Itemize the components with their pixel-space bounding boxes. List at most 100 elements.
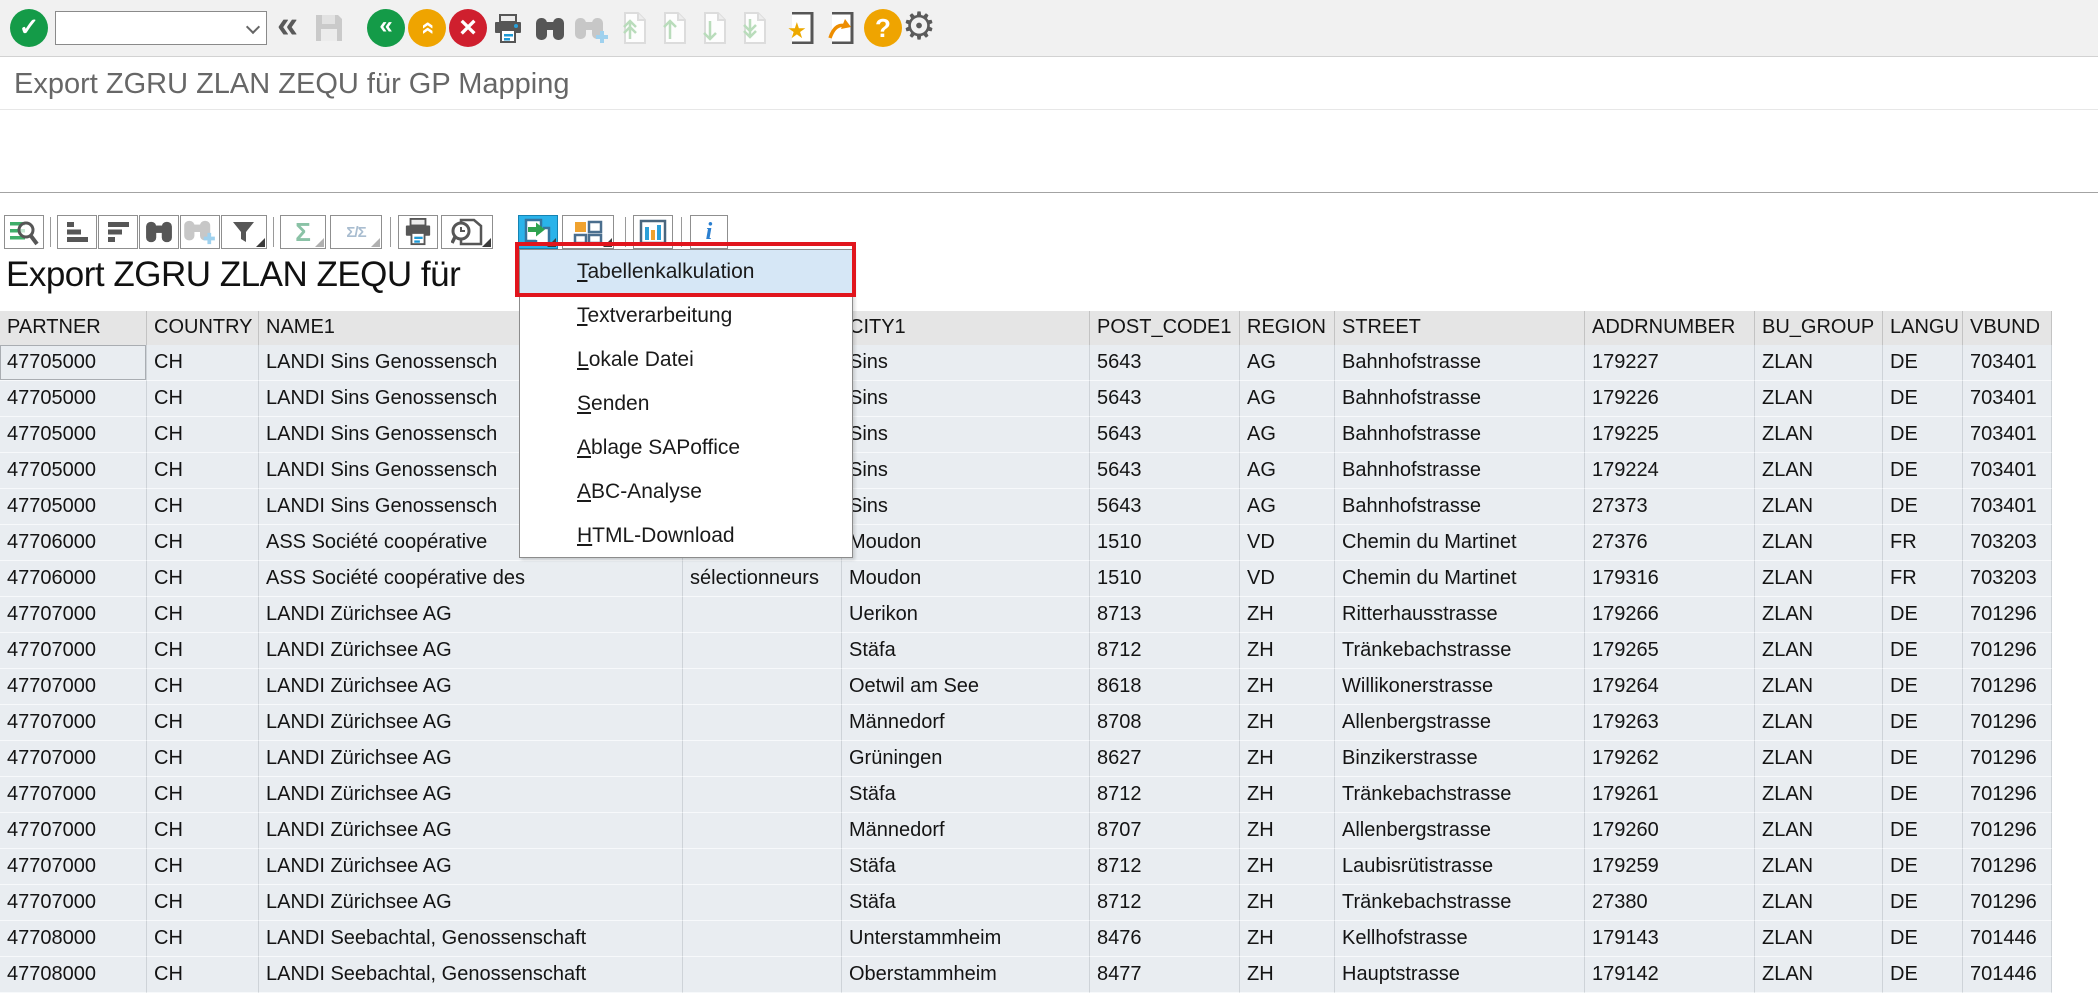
table-cell[interactable]: Unterstammheim <box>842 921 1090 957</box>
table-cell[interactable] <box>683 597 842 633</box>
table-cell[interactable]: DE <box>1883 777 1963 813</box>
table-cell[interactable]: LANDI Zürichsee AG <box>259 633 683 669</box>
table-cell[interactable]: 1510 <box>1090 561 1240 597</box>
table-cell[interactable]: Allenbergstrasse <box>1335 705 1585 741</box>
table-row[interactable]: 47707000CHLANDI Zürichsee AGOetwil am Se… <box>0 669 2052 705</box>
table-cell[interactable]: CH <box>147 885 259 921</box>
table-cell[interactable]: 8712 <box>1090 849 1240 885</box>
table-cell[interactable]: Sins <box>842 345 1090 381</box>
cancel-button[interactable]: × <box>449 9 487 47</box>
table-cell[interactable]: ZH <box>1240 813 1335 849</box>
table-cell[interactable]: FR <box>1883 525 1963 561</box>
sum-button[interactable]: Σ <box>280 215 326 249</box>
table-cell[interactable]: Moudon <box>842 561 1090 597</box>
table-cell[interactable] <box>683 777 842 813</box>
table-cell[interactable]: ZLAN <box>1755 417 1883 453</box>
table-row[interactable]: 47708000CHLANDI Seebachtal, Genossenscha… <box>0 957 2052 993</box>
command-input[interactable] <box>60 14 240 42</box>
table-cell[interactable]: CH <box>147 705 259 741</box>
table-cell[interactable]: 179265 <box>1585 633 1755 669</box>
new-window-button[interactable] <box>826 12 856 49</box>
table-cell[interactable] <box>683 957 842 993</box>
table-cell[interactable]: ZLAN <box>1755 777 1883 813</box>
table-cell[interactable]: 47705000 <box>0 453 147 489</box>
table-cell[interactable]: Kellhofstrasse <box>1335 921 1585 957</box>
exit-button[interactable]: « <box>408 9 446 47</box>
column-header-STREET[interactable]: STREET <box>1335 311 1585 345</box>
table-cell[interactable]: 47707000 <box>0 705 147 741</box>
menu-item-ablage-sapoffice[interactable]: Ablage SAPoffice <box>520 426 852 470</box>
table-cell[interactable]: Tränkebachstrasse <box>1335 885 1585 921</box>
table-cell[interactable]: ZLAN <box>1755 705 1883 741</box>
table-cell[interactable]: 27376 <box>1585 525 1755 561</box>
table-cell[interactable]: 8707 <box>1090 813 1240 849</box>
column-header-BU_GROUP[interactable]: BU_GROUP <box>1755 311 1883 345</box>
table-cell[interactable]: CH <box>147 633 259 669</box>
table-cell[interactable]: 47705000 <box>0 489 147 525</box>
table-cell[interactable]: 5643 <box>1090 489 1240 525</box>
table-row[interactable]: 47706000CHASS Société coopérative dessél… <box>0 561 2052 597</box>
table-cell[interactable]: 701446 <box>1963 921 2052 957</box>
table-cell[interactable]: 179225 <box>1585 417 1755 453</box>
table-cell[interactable]: AG <box>1240 417 1335 453</box>
table-cell[interactable]: ZLAN <box>1755 489 1883 525</box>
table-cell[interactable]: DE <box>1883 849 1963 885</box>
table-cell[interactable]: CH <box>147 597 259 633</box>
table-cell[interactable]: ZLAN <box>1755 885 1883 921</box>
table-cell[interactable]: DE <box>1883 885 1963 921</box>
menu-item-textverarbeitung[interactable]: Textverarbeitung <box>520 294 852 338</box>
table-cell[interactable]: DE <box>1883 669 1963 705</box>
table-cell[interactable]: Oetwil am See <box>842 669 1090 705</box>
table-cell[interactable]: 701296 <box>1963 849 2052 885</box>
table-cell[interactable]: 179259 <box>1585 849 1755 885</box>
table-cell[interactable]: 701296 <box>1963 597 2052 633</box>
alv-find-button[interactable] <box>139 215 179 249</box>
table-cell[interactable]: Moudon <box>842 525 1090 561</box>
table-cell[interactable]: Sins <box>842 453 1090 489</box>
table-cell[interactable]: ZLAN <box>1755 381 1883 417</box>
table-cell[interactable]: 179142 <box>1585 957 1755 993</box>
table-row[interactable]: 47707000CHLANDI Zürichsee AGGrüningen862… <box>0 741 2052 777</box>
table-cell[interactable] <box>683 849 842 885</box>
table-cell[interactable]: Ritterhausstrasse <box>1335 597 1585 633</box>
table-cell[interactable]: VD <box>1240 561 1335 597</box>
table-row[interactable]: 47705000CHLANDI Sins GenossenschSins5643… <box>0 417 2052 453</box>
table-cell[interactable]: 5643 <box>1090 417 1240 453</box>
table-cell[interactable]: ZLAN <box>1755 633 1883 669</box>
table-cell[interactable]: ZLAN <box>1755 849 1883 885</box>
table-cell[interactable]: ZH <box>1240 777 1335 813</box>
table-cell[interactable]: ZH <box>1240 741 1335 777</box>
table-cell[interactable]: LANDI Zürichsee AG <box>259 669 683 705</box>
table-cell[interactable]: 5643 <box>1090 345 1240 381</box>
table-row[interactable]: 47707000CHLANDI Zürichsee AGStäfa8712ZHT… <box>0 633 2052 669</box>
table-cell[interactable]: 8477 <box>1090 957 1240 993</box>
table-cell[interactable]: Bahnhofstrasse <box>1335 381 1585 417</box>
table-cell[interactable]: 179316 <box>1585 561 1755 597</box>
table-cell[interactable]: LANDI Zürichsee AG <box>259 777 683 813</box>
settings-button[interactable]: ⚙ <box>902 4 936 49</box>
table-cell[interactable]: Bahnhofstrasse <box>1335 417 1585 453</box>
table-cell[interactable]: 5643 <box>1090 453 1240 489</box>
table-cell[interactable]: 8476 <box>1090 921 1240 957</box>
table-cell[interactable]: 179143 <box>1585 921 1755 957</box>
table-cell[interactable]: Tränkebachstrasse <box>1335 633 1585 669</box>
column-header-ADDRNUMBER[interactable]: ADDRNUMBER <box>1585 311 1755 345</box>
table-cell[interactable]: 47707000 <box>0 597 147 633</box>
table-cell[interactable]: 47708000 <box>0 921 147 957</box>
table-cell[interactable]: Sins <box>842 381 1090 417</box>
table-cell[interactable]: LANDI Zürichsee AG <box>259 741 683 777</box>
table-cell[interactable]: ZH <box>1240 597 1335 633</box>
table-cell[interactable]: CH <box>147 813 259 849</box>
table-cell[interactable]: ZH <box>1240 885 1335 921</box>
table-cell[interactable]: 8708 <box>1090 705 1240 741</box>
table-cell[interactable]: FR <box>1883 561 1963 597</box>
details-button[interactable] <box>4 215 44 249</box>
table-cell[interactable]: ZH <box>1240 633 1335 669</box>
table-cell[interactable]: Sins <box>842 489 1090 525</box>
table-cell[interactable]: Bahnhofstrasse <box>1335 489 1585 525</box>
table-cell[interactable] <box>683 741 842 777</box>
table-cell[interactable]: CH <box>147 453 259 489</box>
table-cell[interactable]: Willikonerstrasse <box>1335 669 1585 705</box>
table-cell[interactable]: 179264 <box>1585 669 1755 705</box>
table-cell[interactable]: 703401 <box>1963 381 2052 417</box>
